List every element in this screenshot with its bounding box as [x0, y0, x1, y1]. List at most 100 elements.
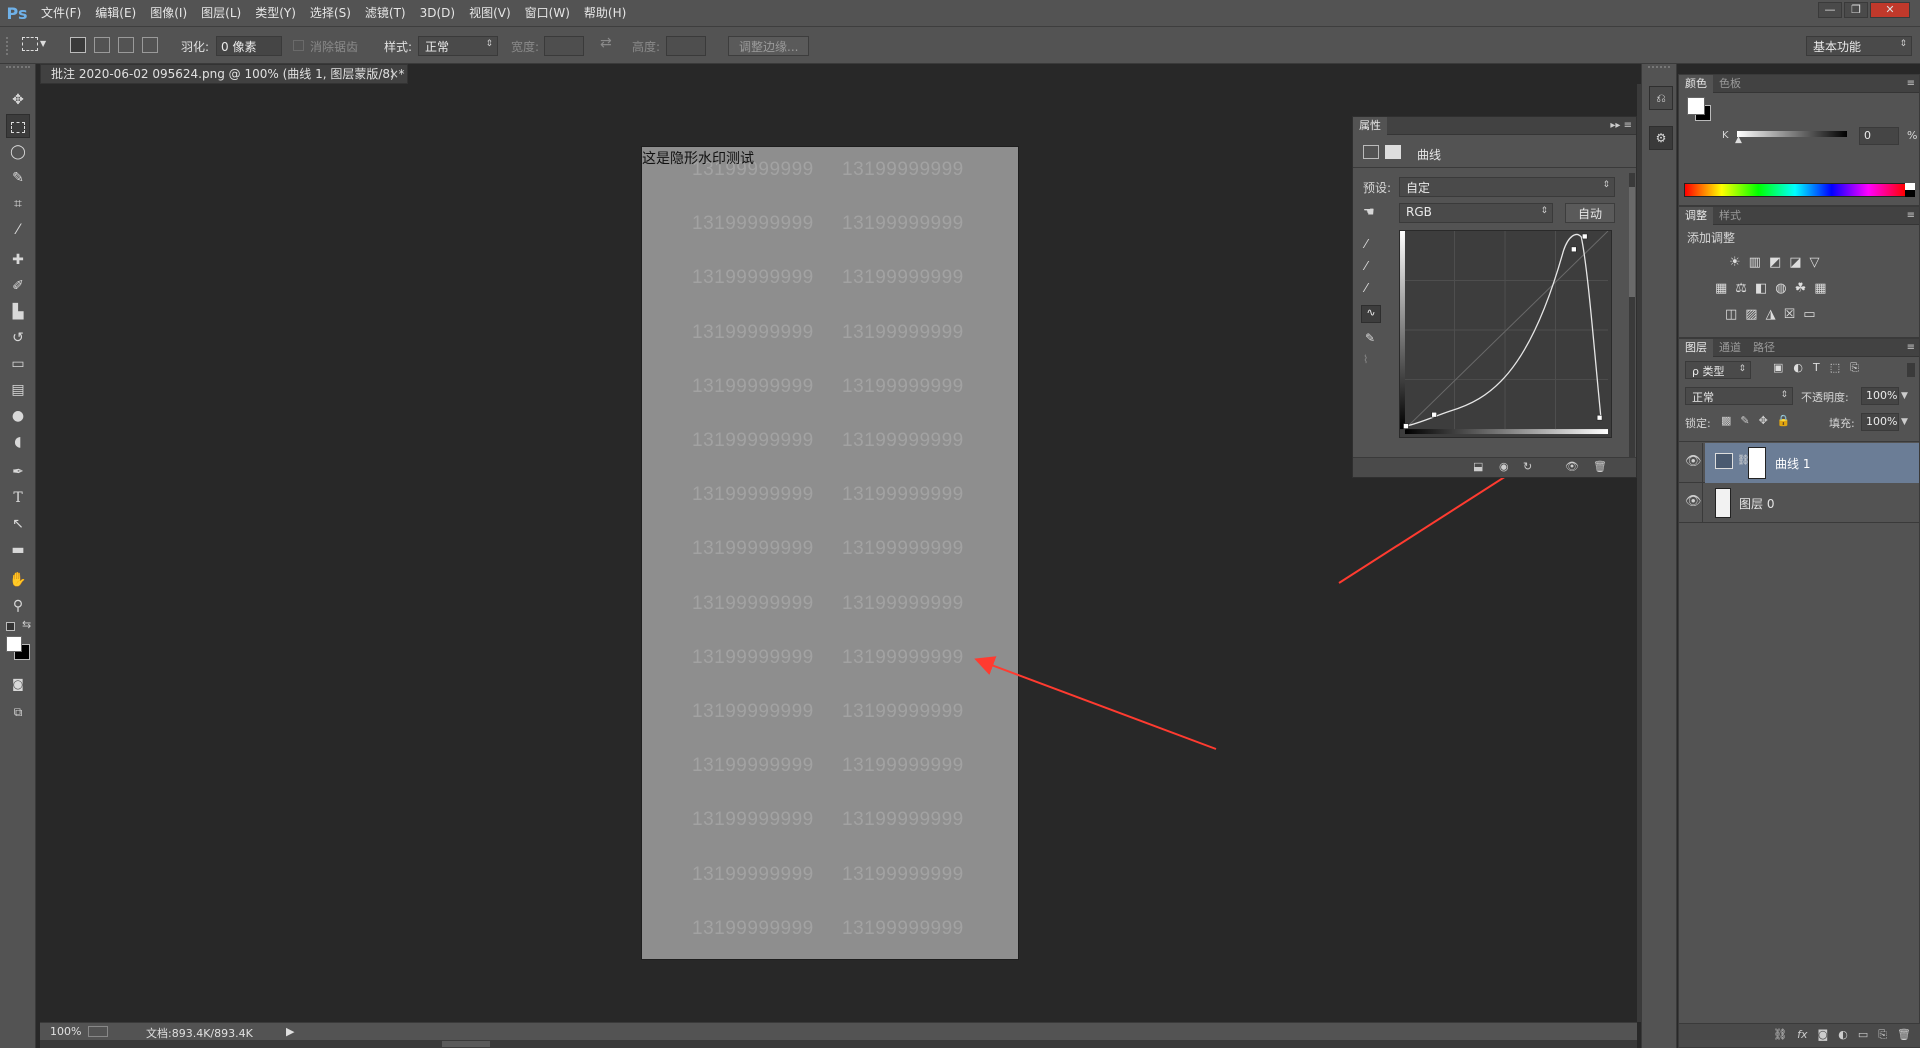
opacity-dropdown-icon[interactable]: ▼ [1901, 391, 1908, 401]
channel-select[interactable]: RGB ⇕ [1399, 203, 1553, 223]
curve-edit-points-icon[interactable]: ∿ [1361, 305, 1381, 323]
clip-to-layer-icon[interactable]: ⬓ [1473, 460, 1483, 473]
quick-mask-icon[interactable]: ◙ [6, 672, 30, 696]
default-colors-icon[interactable] [6, 622, 15, 631]
eraser-tool-icon[interactable]: ▭ [6, 352, 30, 376]
white-point-eyedropper-icon[interactable]: ⁄ [1365, 281, 1367, 295]
status-menu-arrow-icon[interactable]: ▶ [286, 1025, 294, 1038]
color-lookup-icon[interactable]: ▦ [1814, 281, 1826, 296]
smooth-curve-icon[interactable]: ⌇ [1363, 353, 1368, 366]
mask-icon[interactable] [1385, 145, 1401, 159]
status-icon[interactable] [88, 1026, 108, 1037]
paths-tab[interactable]: 路径 [1747, 339, 1781, 357]
k-slider[interactable] [1737, 131, 1847, 137]
fill-dropdown-icon[interactable]: ▼ [1901, 417, 1908, 427]
posterize-icon[interactable]: ▨ [1745, 307, 1757, 322]
style-select[interactable]: 正常 ⇕ [418, 36, 498, 56]
menu-item[interactable]: 图层(L) [194, 0, 248, 26]
hue-saturation-icon[interactable]: ▦ [1715, 281, 1727, 296]
swap-colors-icon[interactable]: ⇆ [22, 618, 31, 631]
gradient-map-icon[interactable]: ▭ [1803, 307, 1815, 322]
color-spectrum[interactable] [1684, 183, 1906, 197]
new-layer-icon[interactable]: ⎘ [1878, 1028, 1887, 1043]
link-icon[interactable]: ⛓ [1737, 455, 1750, 466]
layer-style-icon[interactable]: fx [1797, 1028, 1807, 1043]
crop-tool-icon[interactable]: ⌗ [6, 192, 30, 216]
rectangle-tool-icon[interactable]: ▬ [6, 538, 30, 562]
width-input[interactable] [544, 36, 584, 56]
scrollbar-thumb[interactable] [442, 1041, 490, 1047]
preset-select[interactable]: 自定 ⇕ [1399, 177, 1615, 197]
add-selection-icon[interactable] [94, 37, 110, 53]
properties-tab[interactable]: 属性 [1353, 116, 1387, 135]
history-brush-tool-icon[interactable]: ↺ [6, 326, 30, 350]
layer-name[interactable]: 图层 0 [1739, 495, 1774, 512]
new-selection-icon[interactable] [70, 37, 86, 53]
properties-panel-icon[interactable]: ⚙ [1649, 126, 1673, 150]
visibility-eye-icon[interactable]: 👁 [1685, 494, 1702, 509]
adjustment-filter-icon[interactable]: ◐ [1793, 361, 1803, 375]
feather-input[interactable]: 0 像素 [216, 36, 282, 56]
close-tab-icon[interactable]: × [389, 65, 399, 83]
link-layers-icon[interactable]: ⛓ [1773, 1028, 1787, 1043]
menu-item[interactable]: 帮助(H) [577, 0, 633, 26]
vibrance-icon[interactable]: ▽ [1810, 255, 1820, 270]
refine-edge-button[interactable]: 调整边缘... [728, 36, 810, 56]
threshold-icon[interactable]: ◮ [1766, 307, 1776, 322]
channels-tab[interactable]: 通道 [1713, 339, 1747, 357]
lock-all-icon[interactable]: 🔒 [1777, 414, 1791, 427]
black-white-icon[interactable]: ◧ [1755, 281, 1767, 296]
lasso-tool-icon[interactable]: ◯ [6, 140, 30, 164]
target-adjust-icon[interactable]: ☚ [1363, 205, 1375, 220]
hand-tool-icon[interactable]: ✋ [6, 568, 30, 592]
black-point-eyedropper-icon[interactable]: ⁄ [1365, 237, 1367, 251]
opacity-input[interactable]: 100% [1861, 387, 1899, 405]
levels-icon[interactable]: ▥ [1749, 255, 1761, 270]
dodge-tool-icon[interactable]: ◖ [6, 430, 30, 454]
blend-mode-select[interactable]: 正常 ⇕ [1685, 387, 1793, 405]
filter-toggle[interactable] [1907, 363, 1915, 377]
minimize-button[interactable]: — [1818, 2, 1842, 18]
foreground-color-swatch[interactable] [1687, 97, 1705, 115]
layer-filter-select[interactable]: ρ 类型 ⇕ [1685, 361, 1751, 379]
layer-row[interactable]: 👁 ⛓ 曲线 1 [1679, 443, 1919, 483]
layers-tab[interactable]: 图层 [1679, 338, 1713, 357]
exposure-icon[interactable]: ◪ [1789, 255, 1801, 270]
menu-item[interactable]: 窗口(W) [518, 0, 577, 26]
visibility-eye-icon[interactable]: 👁 [1685, 454, 1702, 469]
shape-filter-icon[interactable]: ⬚ [1830, 361, 1840, 375]
layer-row[interactable]: 👁 图层 0 [1679, 483, 1919, 523]
color-balance-icon[interactable]: ⚖ [1735, 281, 1747, 296]
lock-transparency-icon[interactable]: ▩ [1721, 414, 1731, 427]
blur-tool-icon[interactable]: ● [6, 404, 30, 428]
delete-icon[interactable]: 🗑 [1593, 460, 1607, 473]
swatches-tab[interactable]: 色板 [1713, 75, 1747, 93]
black-white-swatch[interactable] [1905, 183, 1915, 197]
scrollbar-thumb[interactable] [1629, 187, 1635, 297]
antialias-checkbox[interactable] [293, 40, 304, 51]
brightness-icon[interactable]: ☀ [1729, 255, 1741, 270]
horizontal-scrollbar[interactable] [40, 1040, 1637, 1048]
gray-point-eyedropper-icon[interactable]: ⁄ [1365, 259, 1367, 273]
smart-object-filter-icon[interactable]: ⎘ [1850, 361, 1859, 375]
type-tool-icon[interactable]: T [6, 486, 30, 510]
marquee-preset-icon[interactable] [22, 37, 38, 51]
workspace-select[interactable]: 基本功能 ⇕ [1806, 36, 1912, 56]
history-panel-icon[interactable]: ⎌ [1649, 86, 1673, 110]
panel-scrollbar[interactable] [1629, 173, 1635, 473]
adjustments-tab[interactable]: 调整 [1679, 206, 1713, 225]
new-adjustment-icon[interactable]: ◐ [1838, 1028, 1848, 1043]
visibility-eye-icon[interactable]: 👁 [1565, 460, 1579, 473]
restore-button[interactable]: ❐ [1844, 2, 1868, 18]
invert-icon[interactable]: ◫ [1725, 307, 1737, 322]
close-window-button[interactable]: ✕ [1870, 2, 1910, 18]
brush-tool-icon[interactable]: ✐ [6, 274, 30, 298]
type-filter-icon[interactable]: T [1813, 361, 1820, 375]
photo-filter-icon[interactable]: ◍ [1775, 281, 1786, 296]
height-input[interactable] [666, 36, 706, 56]
k-input[interactable]: 0 [1859, 127, 1899, 145]
delete-layer-icon[interactable]: 🗑 [1897, 1028, 1911, 1043]
menu-item[interactable]: 选择(S) [303, 0, 358, 26]
auto-button[interactable]: 自动 [1565, 203, 1616, 223]
path-selection-tool-icon[interactable]: ↖ [6, 512, 30, 536]
